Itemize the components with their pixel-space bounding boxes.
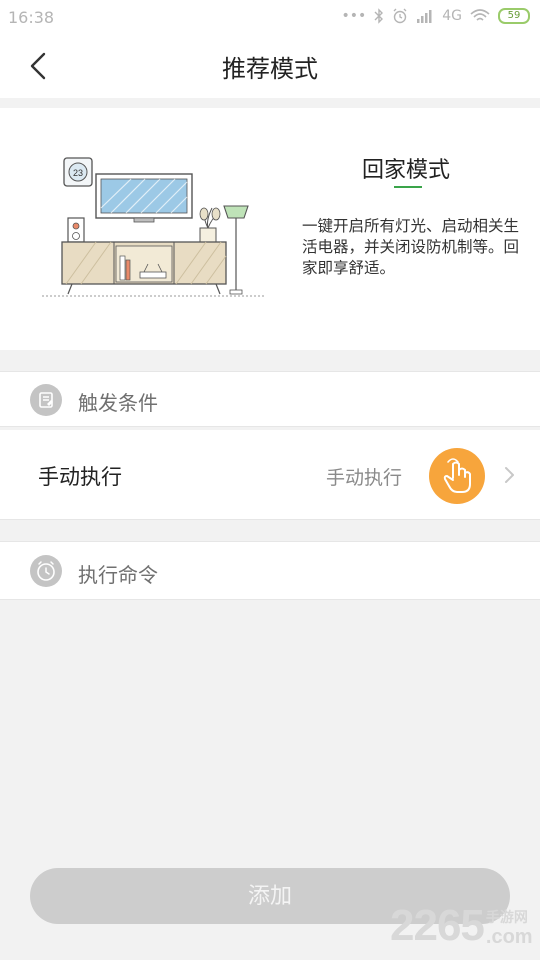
watermark-site-en: .com [485, 926, 533, 948]
page-title: 推荐模式 [222, 55, 318, 83]
manual-execute-value: 手动执行 [326, 467, 403, 489]
bluetooth-icon [374, 8, 384, 24]
wifi-icon [470, 9, 490, 21]
status-icons: ••• 4G 59 [341, 8, 530, 24]
watermark-site-cn: 手游网 [485, 910, 528, 926]
living-room-illustration: 23 [42, 157, 264, 297]
status-bar: 16:38 ••• 4G 59 [0, 0, 540, 36]
network-type: 4G [442, 8, 462, 24]
watermark-side: 手游网 .com [486, 910, 533, 948]
manual-execute-row[interactable]: 手动执行 手动执行 [0, 430, 540, 520]
hand-tap-icon [429, 448, 485, 504]
chevron-right-icon [505, 467, 514, 483]
battery-icon: 59 [498, 8, 530, 24]
trigger-section-label: 触发条件 [78, 391, 158, 415]
site-watermark: 2265 手游网 .com [390, 901, 533, 950]
manual-execute-title: 手动执行 [38, 465, 122, 489]
mode-title-underline [394, 186, 422, 188]
trigger-section-header: 触发条件 [0, 371, 540, 427]
status-time: 16:38 [8, 8, 55, 27]
clock-icon [30, 555, 62, 587]
watermark-number: 2265 [390, 901, 485, 950]
mode-title: 回家模式 [362, 158, 451, 183]
note-icon [30, 384, 62, 416]
mode-card: 23 回家模式 一键开启所有灯光、启动相关生活电器，并关闭设防机制等。回家即享舒… [0, 108, 540, 350]
nav-bar: 推荐模式 [0, 36, 540, 98]
more-dots: ••• [341, 8, 367, 24]
mode-description: 一键开启所有灯光、启动相关生活电器，并关闭设防机制等。回家即享舒适。 [302, 217, 520, 277]
alarm-icon [393, 8, 407, 24]
command-section-label: 执行命令 [78, 563, 158, 587]
signal-icon [417, 10, 432, 23]
thermostat-display: 23 [73, 168, 83, 178]
command-section-header: 执行命令 [0, 541, 540, 600]
